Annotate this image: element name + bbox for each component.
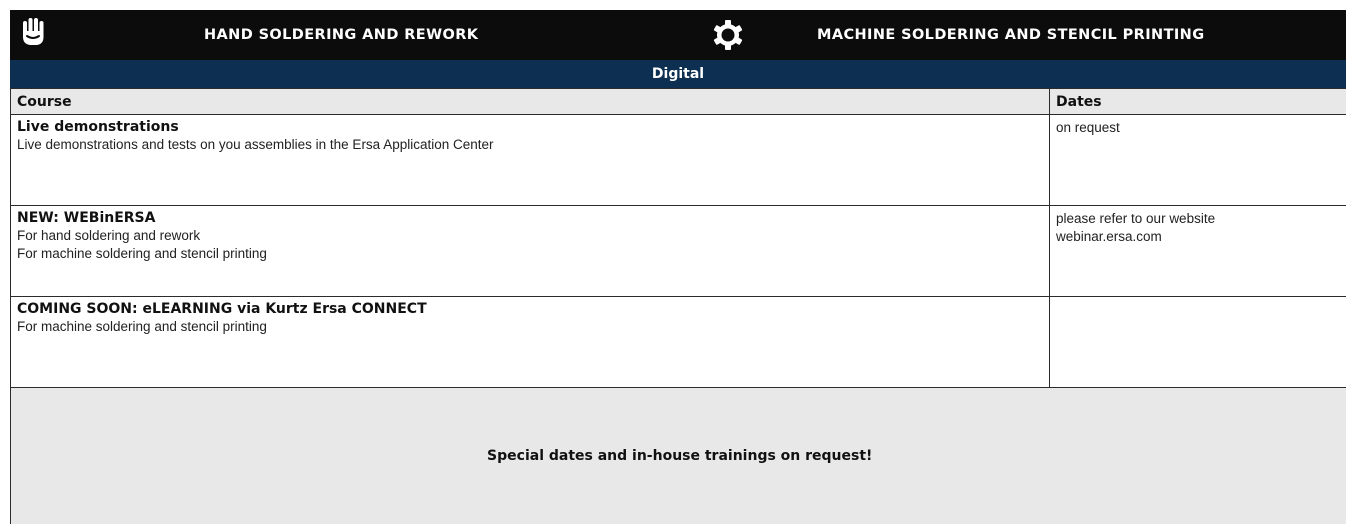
column-header-dates: Dates: [1050, 89, 1346, 115]
footer-note: Special dates and in-house trainings on …: [11, 388, 1346, 524]
table-header-row: Course Dates: [11, 89, 1346, 115]
course-title: COMING SOON: eLEARNING via Kurtz Ersa CO…: [17, 301, 1043, 318]
course-cell: Live demonstrations Live demonstrations …: [11, 115, 1050, 206]
machine-soldering-title: MACHINE SOLDERING AND STENCIL PRINTING: [817, 10, 1205, 60]
table-row: NEW: WEBinERSA For hand soldering and re…: [11, 206, 1346, 297]
date-text: please refer to our website: [1056, 210, 1342, 228]
date-text: on request: [1056, 119, 1342, 137]
course-cell: COMING SOON: eLEARNING via Kurtz Ersa CO…: [11, 297, 1050, 388]
category-header: HAND SOLDERING AND REWORK MACHINE SOLDER…: [10, 10, 1346, 60]
course-title: Live demonstrations: [17, 119, 1043, 136]
table-row: COMING SOON: eLEARNING via Kurtz Ersa CO…: [11, 297, 1346, 388]
hand-soldering-title: HAND SOLDERING AND REWORK: [204, 10, 478, 60]
column-header-course: Course: [11, 89, 1050, 115]
dates-cell: [1050, 297, 1346, 388]
website-text: webinar.ersa.com: [1056, 228, 1342, 246]
table-row: Live demonstrations Live demonstrations …: [11, 115, 1346, 206]
gear-icon: [712, 19, 744, 55]
course-cell: NEW: WEBinERSA For hand soldering and re…: [11, 206, 1050, 297]
course-description: For hand soldering and rework: [17, 227, 1043, 245]
section-title-digital: Digital: [10, 60, 1346, 88]
course-table: Course Dates Live demonstrations Live de…: [10, 88, 1346, 524]
hand-icon: [21, 17, 45, 51]
footer-row: Special dates and in-house trainings on …: [11, 388, 1346, 524]
course-page: HAND SOLDERING AND REWORK MACHINE SOLDER…: [0, 0, 1346, 514]
dates-cell: please refer to our website webinar.ersa…: [1050, 206, 1346, 297]
course-title: NEW: WEBinERSA: [17, 210, 1043, 227]
course-description: For machine soldering and stencil printi…: [17, 318, 1043, 336]
dates-cell: on request: [1050, 115, 1346, 206]
course-description: Live demonstrations and tests on you ass…: [17, 136, 1043, 154]
course-description: For machine soldering and stencil printi…: [17, 245, 1043, 263]
